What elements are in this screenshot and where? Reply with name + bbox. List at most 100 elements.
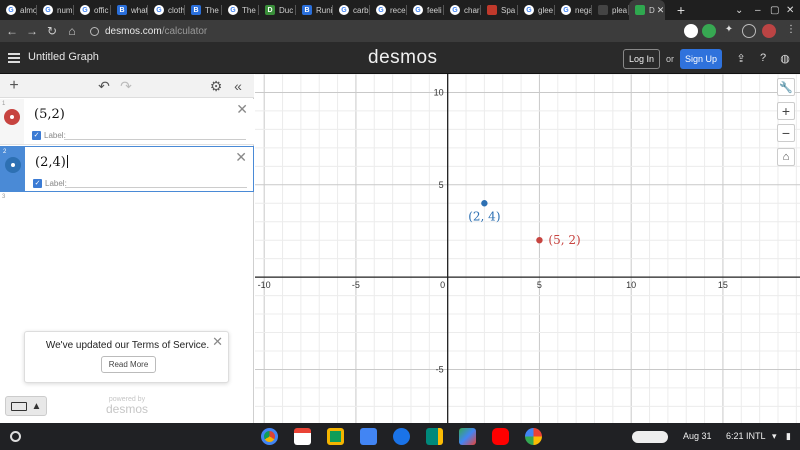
google-icon: G [413, 5, 423, 15]
undo-icon[interactable]: ↶ [96, 78, 112, 94]
label-checkbox[interactable]: ✓ [32, 131, 41, 140]
play-store-icon[interactable] [459, 428, 476, 445]
keypad-toggle-button[interactable]: ▲ [5, 396, 47, 416]
browser-tab[interactable]: Gglee [518, 0, 555, 20]
hamburger-menu-icon[interactable] [8, 53, 20, 63]
site-info-icon[interactable] [90, 26, 99, 36]
browser-tab[interactable]: Gnum [37, 0, 74, 20]
photos-icon[interactable] [525, 428, 542, 445]
share-icon[interactable]: ⇪ [734, 52, 748, 65]
google-icon: G [450, 5, 460, 15]
graph-background [255, 74, 800, 423]
forward-icon[interactable]: → [24, 24, 40, 38]
gmail-icon[interactable] [294, 428, 311, 445]
classroom-icon[interactable] [327, 428, 344, 445]
maximize-icon[interactable]: ▢ [770, 0, 779, 20]
messages-icon[interactable] [393, 428, 410, 445]
expression-input[interactable]: (5,2) [34, 107, 65, 122]
redo-icon[interactable]: ↷ [118, 78, 134, 94]
browser-menu-icon[interactable]: ⋮ [784, 24, 798, 38]
plotted-point[interactable] [536, 236, 543, 244]
help-icon[interactable]: ? [756, 52, 770, 64]
add-item-icon[interactable]: + [6, 78, 22, 94]
delete-expression-icon[interactable]: ✕ [235, 149, 247, 166]
graph-settings-wrench-icon[interactable]: 🔧 [777, 78, 795, 96]
graph-canvas[interactable]: -10 -5 0 5 10 15 10 5 -5 (2, 4) (5, 2) [255, 73, 800, 423]
expression-input[interactable]: (2,4) [35, 155, 68, 170]
profile-icon[interactable] [742, 24, 756, 38]
close-tab-icon[interactable]: ✕ [657, 5, 665, 16]
expression-row[interactable]: 1 (5,2) ✕ ✓ Label: [0, 99, 254, 145]
close-notice-icon[interactable]: ✕ [212, 334, 223, 350]
browser-tab[interactable]: Goffic [74, 0, 111, 20]
tab-search-icon[interactable]: ⌄ [735, 0, 743, 20]
browser-tab[interactable]: Bwhat [111, 0, 148, 20]
back-icon[interactable]: ← [4, 24, 20, 38]
date[interactable]: Aug 31 [683, 431, 712, 441]
battery-icon[interactable]: ▮ [786, 431, 791, 442]
browser-tab[interactable]: plea [592, 0, 629, 20]
browser-tab[interactable]: Gcarb [333, 0, 370, 20]
plotted-point[interactable] [481, 200, 488, 207]
empty-expression-index[interactable]: 3 [2, 194, 5, 200]
browser-tab[interactable]: B Runi [296, 0, 333, 20]
browser-tab[interactable]: Gcloth [148, 0, 185, 20]
google-icon: G [80, 5, 90, 15]
browser-tab[interactable]: Grece [370, 0, 407, 20]
label-checkbox[interactable]: ✓ [33, 179, 42, 188]
delete-expression-icon[interactable]: ✕ [236, 101, 248, 118]
browser-tab[interactable]: G The [222, 0, 259, 20]
youtube-icon[interactable] [492, 428, 509, 445]
zoom-out-icon[interactable]: − [777, 124, 795, 142]
google-icon: G [376, 5, 386, 15]
browser-tab[interactable]: D Duc [259, 0, 296, 20]
x-tick-label: -5 [352, 280, 360, 290]
browser-tab[interactable]: Gfeeli [407, 0, 444, 20]
collapse-list-icon[interactable]: « [230, 78, 246, 94]
default-view-home-icon[interactable]: ⌂ [777, 148, 795, 166]
reload-icon[interactable]: ↻ [44, 24, 60, 38]
browser-tab-strip: Galmo Gnum Goffic Bwhat Gcloth B The G The… [0, 0, 800, 20]
zoom-in-icon[interactable]: + [777, 102, 795, 120]
browser-tab[interactable]: Gnega [555, 0, 592, 20]
url-field[interactable]: desmos.com/calculator [90, 26, 207, 37]
minimize-icon[interactable]: – [755, 0, 761, 20]
browser-tab[interactable]: Gchar [444, 0, 481, 20]
label-text-input[interactable] [65, 187, 247, 188]
browser-tab[interactable]: Spa [481, 0, 518, 20]
chrome-icon[interactable] [261, 428, 278, 445]
wifi-icon[interactable]: ▾ [772, 431, 777, 442]
new-tab-icon[interactable]: + [673, 2, 689, 18]
settings-gear-icon[interactable]: ⚙ [208, 78, 224, 94]
home-icon[interactable]: ⌂ [64, 24, 80, 38]
y-tick-label: 5 [439, 180, 444, 190]
input-method[interactable]: INTL [746, 431, 766, 441]
close-window-icon[interactable]: ✕ [786, 0, 794, 20]
or-text: or [666, 54, 675, 64]
time[interactable]: 6:21 [726, 431, 744, 441]
tray-status-icons[interactable] [632, 431, 668, 443]
meet-icon[interactable] [426, 428, 443, 445]
log-in-button[interactable]: Log In [623, 49, 660, 69]
graph-paper[interactable]: -10 -5 0 5 10 15 10 5 -5 (2, 4) (5, 2) 🔧 + − ⌂ [255, 73, 800, 423]
launcher-icon[interactable] [10, 431, 21, 442]
sign-up-button[interactable]: Sign Up [680, 49, 722, 69]
color-toggle-icon[interactable] [4, 109, 20, 125]
page-icon [598, 5, 608, 15]
graph-title[interactable]: Untitled Graph [28, 51, 99, 63]
account-avatar[interactable] [762, 24, 776, 38]
browser-tab-active[interactable]: D ✕ [629, 0, 665, 20]
os-shelf: Aug 31 6:21 INTL ▾ ▮ [0, 423, 800, 450]
google-extension-icon[interactable] [684, 24, 698, 38]
label-text-input[interactable] [64, 139, 246, 140]
language-icon[interactable]: ◍ [778, 52, 792, 65]
address-bar: ← → ↻ ⌂ desmos.com/calculator [0, 20, 800, 42]
files-icon[interactable] [360, 428, 377, 445]
grammar-extension-icon[interactable] [702, 24, 716, 38]
extensions-puzzle-icon[interactable]: ✦ [722, 24, 736, 38]
browser-tab[interactable]: B The [185, 0, 222, 20]
read-more-button[interactable]: Read More [101, 356, 156, 373]
expression-row-selected[interactable]: 2 (2,4) ✕ ✓ Label: [0, 146, 254, 192]
color-toggle-icon[interactable] [5, 157, 21, 173]
browser-tab[interactable]: Galmo [0, 0, 37, 20]
